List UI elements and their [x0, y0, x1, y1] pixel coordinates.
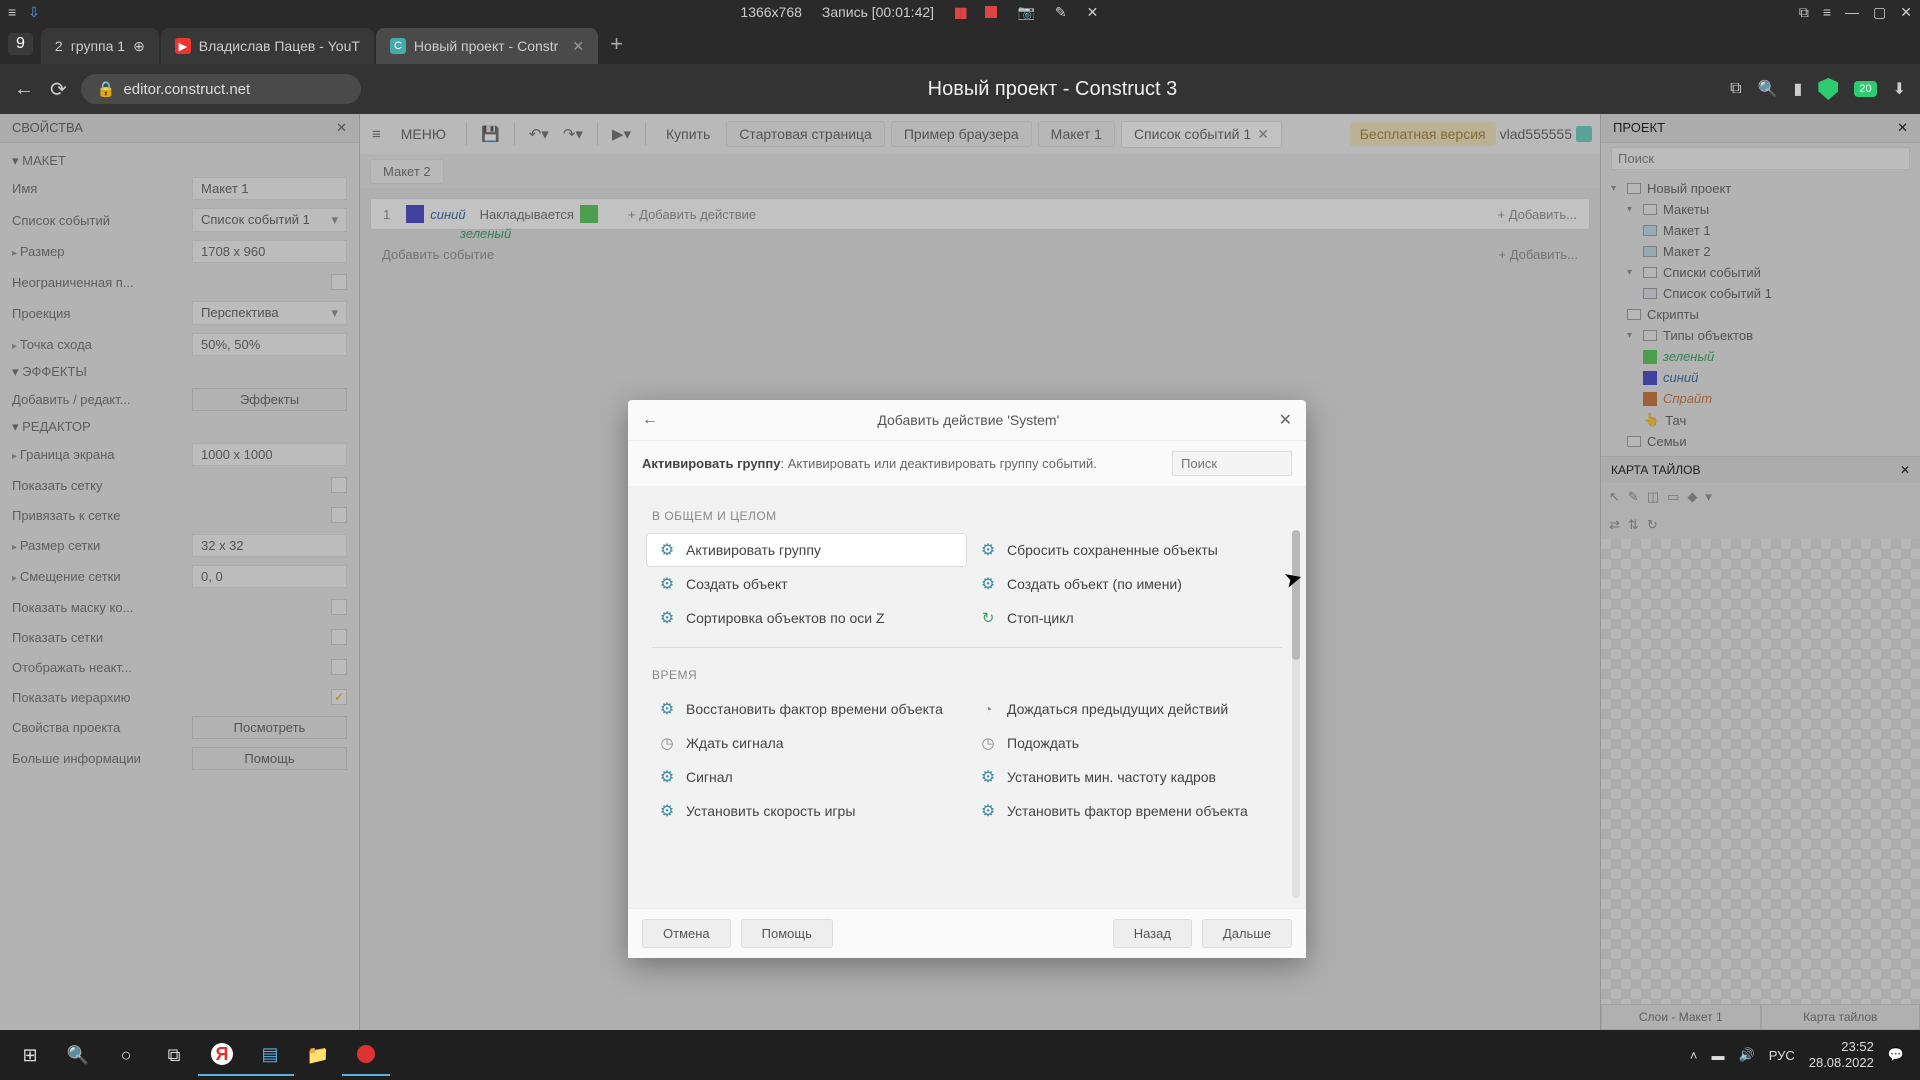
tab-counter-badge[interactable]: 9: [8, 33, 33, 55]
action-sort-z[interactable]: Сортировка объектов по оси Z: [646, 601, 967, 635]
action-wait-previous[interactable]: Дождаться предыдущих действий: [967, 692, 1288, 726]
cortana-button[interactable]: ○: [102, 1034, 150, 1076]
window-close-icon[interactable]: ✕: [1900, 4, 1912, 21]
pencil-icon[interactable]: ✎: [1055, 4, 1067, 21]
gear-icon: [979, 541, 997, 559]
recorder-close-icon[interactable]: ✕: [1087, 4, 1099, 21]
dialog-back-icon[interactable]: ←: [642, 411, 658, 429]
gear-icon: [979, 575, 997, 593]
help-button[interactable]: Помощь: [741, 919, 833, 948]
clock-icon: [658, 734, 676, 752]
action-stop-loop[interactable]: Стоп-цикл: [967, 601, 1288, 635]
action-set-game-speed[interactable]: Установить скорость игры: [646, 794, 967, 828]
taskbar-app-yandex[interactable]: Я: [198, 1034, 246, 1076]
gear-icon: [979, 802, 997, 820]
action-create-object[interactable]: Создать объект: [646, 567, 967, 601]
downloads-icon[interactable]: ⬇: [1893, 79, 1906, 99]
taskbar-app-explorer[interactable]: ▤: [246, 1034, 294, 1076]
url-bar: ← ⟳ 🔒 editor.construct.net Новый проект …: [0, 64, 1920, 114]
tray-network-icon[interactable]: ▬: [1712, 1048, 1725, 1063]
shield-count[interactable]: 20: [1854, 81, 1876, 97]
cancel-button[interactable]: Отмена: [642, 919, 731, 948]
action-activate-group[interactable]: Активировать группу: [646, 533, 967, 567]
gear-icon: [658, 802, 676, 820]
taskbar-app-folder[interactable]: 📁: [294, 1034, 342, 1076]
nav-reload-icon[interactable]: ⟳: [50, 77, 67, 102]
close-tab-icon[interactable]: ✕: [572, 38, 584, 55]
page-title: Новый проект - Construct 3: [375, 78, 1730, 101]
window-maximize-icon[interactable]: ▢: [1873, 4, 1886, 21]
tray-clock[interactable]: 23:52 28.08.2022: [1809, 1039, 1874, 1070]
tab-group-label: группа 1: [71, 38, 125, 54]
tab-group-expand-icon[interactable]: ⊕: [133, 38, 145, 55]
action-reset-persisted[interactable]: Сбросить сохраненные объекты: [967, 533, 1288, 567]
start-button[interactable]: ⊞: [6, 1034, 54, 1076]
dialog-body: В ОБЩЕМ И ЦЕЛОМ Активировать группу Сбро…: [628, 487, 1306, 908]
camera-icon[interactable]: 📷: [1017, 4, 1034, 21]
back-button[interactable]: Назад: [1113, 919, 1192, 948]
lock-icon: 🔒: [97, 80, 116, 98]
construct-icon: C: [390, 38, 406, 54]
browser-tab-youtube[interactable]: ▶ Владислав Пацев - YouT: [161, 28, 374, 64]
nav-back-icon[interactable]: ←: [14, 78, 34, 101]
recorder-bar: ≡ ⇩ 1366x768 Запись [00:01:42] ▮▮ 📷 ✎ ✕ …: [0, 0, 1920, 24]
shield-icon[interactable]: [1818, 78, 1838, 100]
zoom-icon[interactable]: 🔍: [1758, 79, 1778, 99]
lines-icon: ≡: [8, 4, 16, 20]
scroll-thumb[interactable]: [1292, 530, 1300, 660]
pip-icon[interactable]: ⧉: [1730, 80, 1741, 98]
gear-icon: [979, 768, 997, 786]
tray-notifications-icon[interactable]: 💬: [1888, 1047, 1904, 1063]
tray-expand-icon[interactable]: ˄: [1690, 1048, 1698, 1063]
url-field[interactable]: 🔒 editor.construct.net: [81, 74, 361, 104]
youtube-icon: ▶: [175, 38, 191, 54]
action-set-min-fps[interactable]: Установить мин. частоту кадров: [967, 760, 1288, 794]
tab-group-number: 2: [55, 38, 63, 54]
action-group-general: В ОБЩЕМ И ЦЕЛОМ: [646, 501, 1288, 533]
dialog-description: Активировать группу: Активировать или де…: [642, 456, 1162, 471]
clock-icon: [979, 734, 997, 752]
gear-icon: [658, 768, 676, 786]
action-set-object-timescale[interactable]: Установить фактор времени объекта: [967, 794, 1288, 828]
add-action-dialog: ← Добавить действие 'System' ✕ Активиров…: [628, 400, 1306, 958]
tray-volume-icon[interactable]: 🔊: [1739, 1047, 1755, 1063]
pause-record-icon[interactable]: ▮▮: [954, 4, 965, 21]
action-wait-signal[interactable]: Ждать сигнала: [646, 726, 967, 760]
window-menu-icon[interactable]: ≡: [1823, 4, 1831, 20]
taskview-button[interactable]: ⧉: [150, 1034, 198, 1076]
tray-language[interactable]: РУС: [1769, 1048, 1795, 1063]
action-restore-timescale[interactable]: Восстановить фактор времени объекта: [646, 692, 967, 726]
gear-icon: [658, 541, 676, 559]
action-group-time: ВРЕМЯ: [646, 660, 1288, 692]
dialog-close-icon[interactable]: ✕: [1279, 410, 1292, 430]
gear-icon: [658, 700, 676, 718]
stop-record-icon[interactable]: [985, 6, 997, 18]
browser-tab-strip: 9 2 группа 1 ⊕ ▶ Владислав Пацев - YouT …: [0, 24, 1920, 64]
tab-label: Владислав Пацев - YouT: [199, 38, 360, 54]
windows-taskbar: ⊞ 🔍 ○ ⧉ Я ▤ 📁 ˄ ▬ 🔊 РУС 23:52 28.08.2022…: [0, 1030, 1920, 1080]
wait-icon: [979, 700, 997, 718]
taskbar-app-recorder[interactable]: [342, 1034, 390, 1076]
action-create-by-name[interactable]: Создать объект (по имени): [967, 567, 1288, 601]
recording-label: Запись [00:01:42]: [822, 4, 934, 20]
url-text: editor.construct.net: [123, 81, 250, 98]
loop-icon: [979, 609, 997, 627]
next-button[interactable]: Дальше: [1202, 919, 1292, 948]
browser-tab-construct[interactable]: C Новый проект - Constr ✕: [376, 28, 598, 64]
action-signal[interactable]: Сигнал: [646, 760, 967, 794]
window-copy-icon[interactable]: ⧉: [1799, 4, 1809, 21]
window-minimize-icon[interactable]: —: [1845, 4, 1859, 20]
pin-icon: ⇩: [28, 4, 40, 21]
gear-icon: [658, 609, 676, 627]
bookmark-icon[interactable]: ▮: [1794, 79, 1803, 99]
search-button[interactable]: 🔍: [54, 1034, 102, 1076]
new-tab-button[interactable]: +: [600, 31, 633, 57]
dialog-search-input[interactable]: [1172, 451, 1292, 476]
tab-label: Новый проект - Constr: [414, 38, 558, 54]
gear-icon: [658, 575, 676, 593]
action-wait[interactable]: Подождать: [967, 726, 1288, 760]
dialog-title: Добавить действие 'System': [658, 412, 1279, 428]
resolution-label: 1366x768: [740, 4, 802, 20]
tab-group[interactable]: 2 группа 1 ⊕: [41, 28, 159, 64]
